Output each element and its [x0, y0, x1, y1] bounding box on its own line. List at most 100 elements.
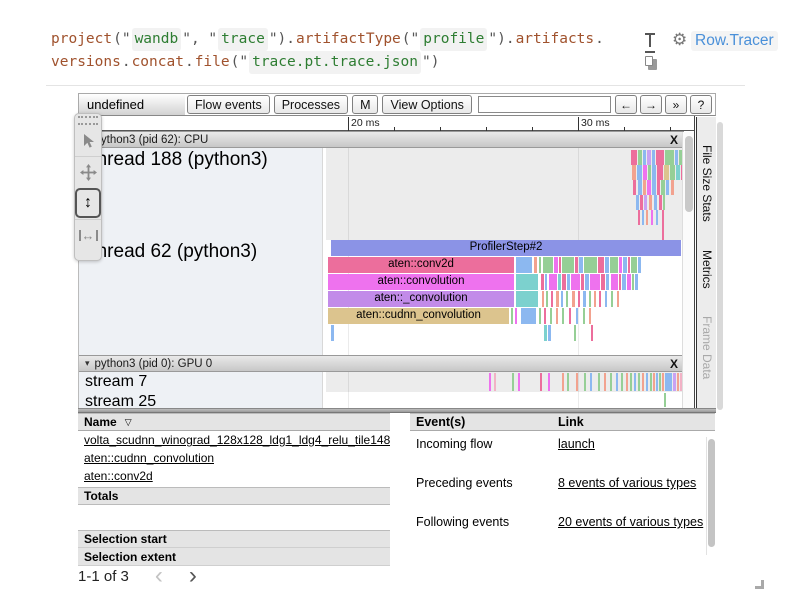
pager-next-button[interactable]: › — [189, 567, 197, 585]
trace-slice[interactable] — [606, 274, 609, 290]
trace-slice[interactable] — [616, 373, 618, 391]
trace-slice[interactable] — [647, 150, 651, 165]
collapse-triangle-icon[interactable]: ▾ — [85, 358, 90, 369]
trace-slice[interactable] — [677, 373, 679, 391]
pager-prev-button[interactable]: ‹ — [155, 567, 163, 585]
jump-button[interactable]: » — [665, 95, 687, 114]
trace-slice[interactable] — [650, 373, 652, 391]
slice-aten::conv2d[interactable]: aten::conv2d — [328, 257, 514, 273]
trace-slice[interactable] — [515, 308, 517, 324]
trace-slice[interactable] — [643, 180, 646, 195]
trace-slice[interactable] — [619, 257, 622, 273]
trace-slice[interactable] — [542, 291, 544, 307]
trace-slice[interactable] — [619, 274, 621, 290]
trace-slice[interactable] — [549, 274, 557, 290]
slice-ProfilerStep#2[interactable]: ProfilerStep#2 — [331, 240, 681, 256]
trace-slice[interactable] — [598, 373, 600, 391]
trace-slice[interactable] — [632, 274, 634, 290]
trace-slice[interactable] — [662, 373, 664, 391]
trace-slice[interactable] — [638, 210, 640, 225]
trace-slice[interactable] — [646, 210, 648, 225]
slice-aten::cudnn_convolution[interactable]: aten::cudnn_convolution — [328, 308, 509, 324]
trace-slice[interactable] — [647, 180, 651, 195]
trace-slice[interactable] — [637, 165, 642, 180]
trace-slice[interactable] — [562, 308, 564, 324]
trace-slice[interactable] — [567, 373, 569, 391]
outer-scrollbar[interactable] — [717, 122, 723, 410]
query-expression[interactable]: project("wandb", "trace").artifactType("… — [50, 28, 630, 74]
trace-slice[interactable] — [540, 373, 542, 391]
trace-slice[interactable] — [652, 180, 656, 195]
trace-slice[interactable] — [572, 291, 575, 307]
trace-slice[interactable] — [581, 274, 584, 290]
trace-slice[interactable] — [544, 325, 547, 341]
trace-slice[interactable] — [636, 195, 639, 210]
trace-slice[interactable] — [652, 165, 656, 180]
events-scrollbar-thumb[interactable] — [708, 439, 715, 547]
trace-slice[interactable] — [566, 291, 568, 307]
trace-slice[interactable] — [656, 210, 658, 225]
trace-slice[interactable] — [583, 291, 586, 307]
trace-slice[interactable] — [516, 274, 538, 290]
trace-slice[interactable] — [610, 373, 612, 391]
event-name-link[interactable]: volta_scudnn_winograd_128x128_ldg1_ldg4_… — [84, 433, 390, 447]
trace-slice[interactable] — [575, 257, 578, 273]
trace-slice[interactable] — [558, 274, 561, 290]
trace-slice[interactable] — [545, 274, 547, 290]
trace-slice[interactable] — [576, 308, 578, 324]
palette-drag-handle[interactable] — [78, 116, 98, 125]
event-row-link[interactable]: launch — [558, 437, 595, 451]
toolbar-button-view-options[interactable]: View Options — [382, 95, 471, 114]
trace-slice[interactable] — [642, 373, 644, 391]
trace-slice[interactable] — [605, 257, 609, 273]
trace-slice[interactable] — [665, 373, 672, 391]
trace-slice[interactable] — [632, 165, 636, 180]
event-name-link[interactable]: aten::cudnn_convolution — [84, 451, 214, 465]
trace-slice[interactable] — [541, 274, 544, 290]
trace-slice[interactable] — [605, 291, 607, 307]
trace-slice[interactable] — [585, 274, 589, 290]
trace-slice[interactable] — [539, 308, 541, 324]
timeline-scrollbar-thumb[interactable] — [685, 136, 693, 212]
trace-slice[interactable] — [638, 150, 642, 165]
trace-slice[interactable] — [664, 165, 669, 180]
trace-slice[interactable] — [539, 257, 541, 273]
trace-slice[interactable] — [638, 180, 642, 195]
help-button[interactable]: ? — [690, 95, 712, 114]
trace-slice[interactable] — [617, 291, 619, 307]
trace-slice[interactable] — [611, 274, 618, 290]
sort-icon[interactable]: ▽ — [125, 417, 132, 428]
trace-slice[interactable] — [590, 373, 592, 391]
trace-slice[interactable] — [635, 274, 638, 290]
trace-slice[interactable] — [578, 291, 580, 307]
trace-slice[interactable] — [598, 257, 604, 273]
process-header-gpu[interactable]: ▾ python3 (pid 0): GPU 0 X — [79, 355, 684, 372]
slice-aten::_convolution[interactable]: aten::_convolution — [328, 291, 514, 307]
trace-slice[interactable] — [656, 373, 658, 391]
trace-slice[interactable] — [644, 195, 647, 210]
trace-slice[interactable] — [534, 257, 537, 273]
trace-slice[interactable] — [331, 325, 334, 341]
panel-type-selector[interactable]: Row.Tracer — [691, 31, 778, 51]
track-label-thread188[interactable]: Thread 188 (python3) — [79, 148, 326, 240]
trace-slice[interactable] — [659, 195, 662, 210]
trace-slice[interactable] — [569, 308, 571, 324]
event-row-link[interactable]: 8 events of various types — [558, 476, 696, 490]
trace-slice[interactable] — [559, 257, 561, 273]
close-track-gpu-button[interactable]: X — [670, 357, 678, 371]
slice-aten::convolution[interactable]: aten::convolution — [328, 274, 514, 290]
trace-slice[interactable] — [516, 257, 532, 273]
trace-slice[interactable] — [670, 165, 675, 180]
trace-slice[interactable] — [623, 257, 627, 273]
name-table-header[interactable]: Name ▽ — [78, 413, 390, 431]
trace-slice[interactable] — [661, 180, 665, 195]
find-input[interactable] — [478, 96, 611, 113]
close-track-cpu-button[interactable]: X — [670, 133, 678, 147]
trace-slice[interactable] — [567, 274, 570, 290]
track-label-stream25[interactable]: stream 25 — [79, 392, 326, 408]
trace-slice[interactable] — [511, 308, 513, 324]
trace-slice[interactable] — [627, 274, 631, 290]
trace-slice[interactable] — [591, 325, 593, 341]
trace-slice[interactable] — [579, 257, 583, 273]
trace-slice[interactable] — [489, 373, 491, 391]
